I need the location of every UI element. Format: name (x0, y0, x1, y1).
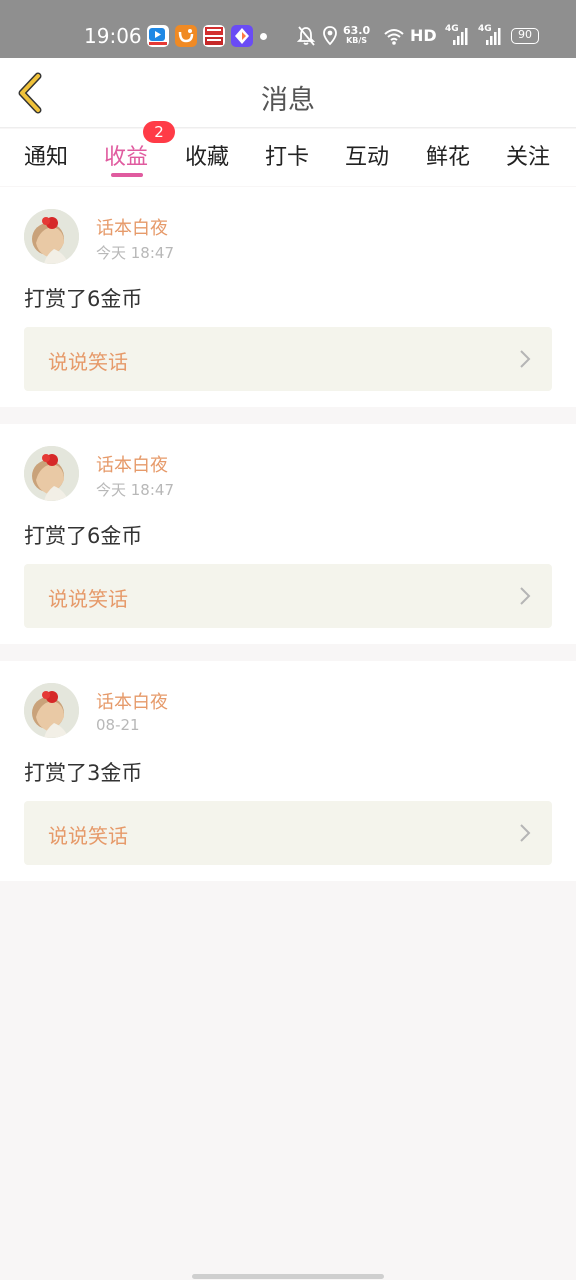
message-card: 话本白夜 今天 18:47 打赏了6金币 说说笑话 (0, 424, 576, 644)
story-link-label: 说说笑话 (48, 350, 128, 374)
battery-indicator: 90 (511, 28, 539, 44)
status-time: 19:06 (84, 24, 142, 48)
active-tab-indicator (111, 173, 143, 177)
earnings-badge: 2 (143, 121, 175, 143)
timestamp: 今天 18:47 (96, 481, 174, 499)
username[interactable]: 话本白夜 (96, 214, 168, 240)
signal-icon-2 (486, 28, 501, 45)
message-card: 话本白夜 08-21 打赏了3金币 说说笑话 (0, 661, 576, 881)
tab-notifications[interactable]: 通知 (24, 139, 68, 171)
message-text: 打赏了3金币 (24, 761, 143, 785)
mute-bell-icon (296, 26, 316, 46)
message-card: 话本白夜 今天 18:47 打赏了6金币 说说笑话 (0, 187, 576, 407)
story-link[interactable]: 说说笑话 (24, 327, 552, 391)
tab-earnings[interactable]: 收益 (104, 139, 148, 171)
home-indicator[interactable] (192, 1274, 384, 1279)
story-link[interactable]: 说说笑话 (24, 801, 552, 865)
avatar[interactable] (24, 446, 79, 501)
tab-follows[interactable]: 关注 (506, 139, 550, 171)
tab-interactions[interactable]: 互动 (345, 139, 389, 171)
signal-icon (453, 28, 468, 45)
status-bar: 19:06 63.0 KB/S HD 4G 4G 90 (0, 0, 576, 58)
message-text: 打赏了6金币 (24, 524, 143, 548)
tab-flowers[interactable]: 鲜花 (426, 139, 470, 171)
timestamp: 今天 18:47 (96, 244, 174, 262)
chevron-right-icon (520, 824, 531, 842)
story-link-label: 说说笑话 (48, 587, 128, 611)
chevron-right-icon (520, 587, 531, 605)
network-speed-unit: KB/S (346, 36, 368, 45)
tab-checkin[interactable]: 打卡 (265, 139, 309, 171)
wifi-icon (384, 29, 404, 45)
timestamp: 08-21 (96, 716, 140, 734)
story-link[interactable]: 说说笑话 (24, 564, 552, 628)
username[interactable]: 话本白夜 (96, 451, 168, 477)
location-icon (323, 26, 337, 46)
tab-bar: 通知 收益 2 收藏 打卡 互动 鲜花 关注 (0, 121, 576, 186)
story-link-label: 说说笑话 (48, 824, 128, 848)
chevron-right-icon (520, 350, 531, 368)
hd-label: HD (410, 26, 437, 45)
avatar[interactable] (24, 209, 79, 264)
news-app-icon (203, 25, 225, 47)
header: 消息 (0, 58, 576, 128)
app-store-icon (231, 25, 253, 47)
notification-dot (260, 33, 267, 40)
message-text: 打赏了6金币 (24, 287, 143, 311)
username[interactable]: 话本白夜 (96, 688, 168, 714)
uc-browser-icon (175, 25, 197, 47)
avatar[interactable] (24, 683, 79, 738)
network-speed: 63.0 KB/S (343, 25, 370, 46)
network-speed-value: 63.0 (343, 24, 371, 37)
page-title: 消息 (261, 85, 315, 116)
tab-favorites[interactable]: 收藏 (185, 139, 229, 171)
video-app-icon (147, 25, 169, 47)
